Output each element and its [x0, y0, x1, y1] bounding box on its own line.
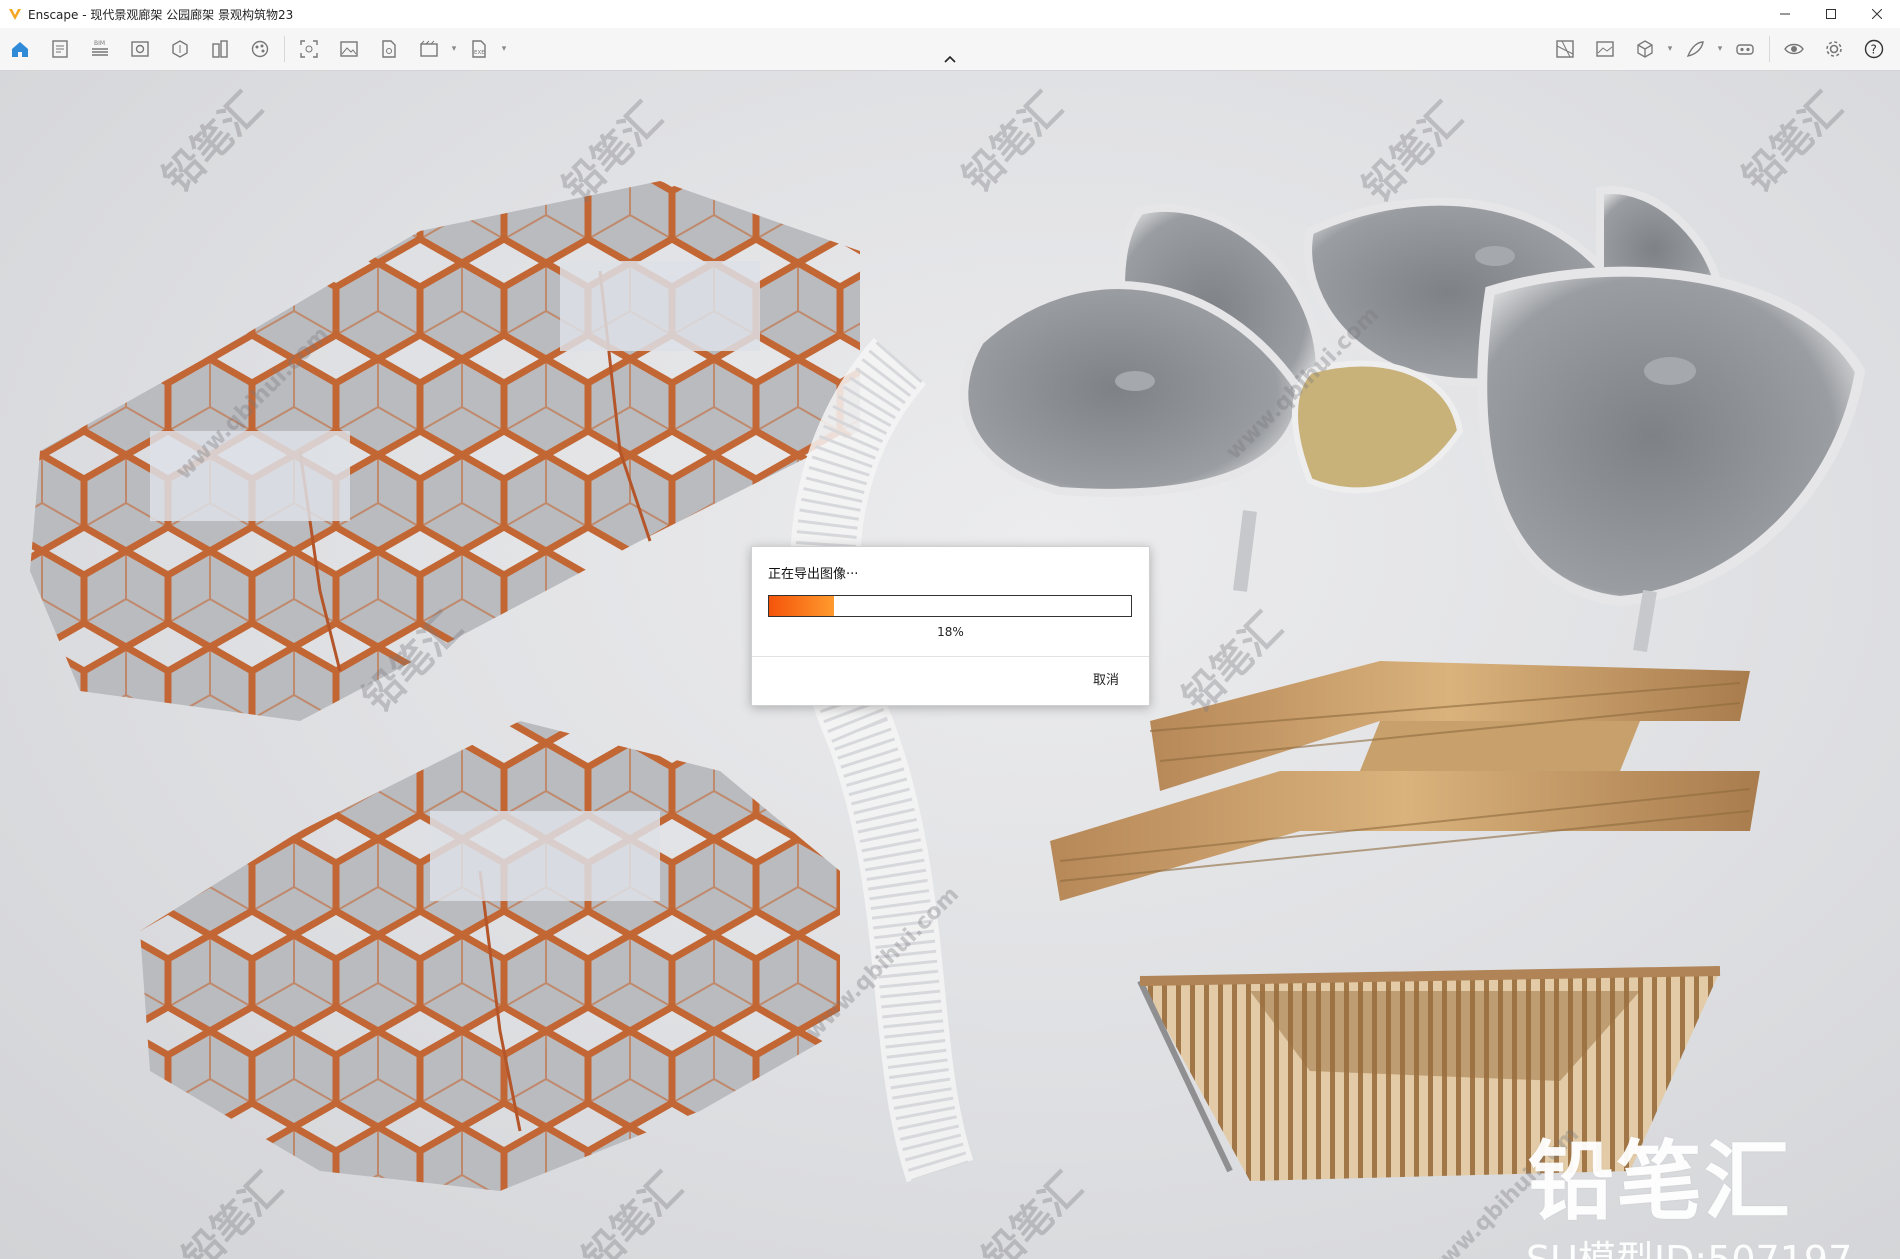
cube-dropdown-caret[interactable]: ▾ [1665, 32, 1675, 66]
minimize-button[interactable] [1762, 0, 1808, 28]
export-progress-dialog: 正在导出图像··· 18% 取消 [751, 546, 1150, 706]
map-button[interactable] [1548, 32, 1582, 66]
cube-button[interactable] [1628, 32, 1662, 66]
help-button[interactable]: ? [1857, 32, 1891, 66]
vr-button[interactable] [1728, 32, 1762, 66]
progress-bar [768, 595, 1132, 617]
feather-button[interactable] [1678, 32, 1712, 66]
screenshot-icon [300, 40, 318, 58]
model-id-watermark: SU模型ID:507197 [1526, 1229, 1852, 1259]
svg-text:EXE: EXE [474, 50, 485, 56]
feather-icon [1686, 41, 1704, 57]
document-icon [52, 40, 68, 58]
buildings-icon [212, 40, 228, 58]
materials-icon [251, 40, 269, 58]
asset-button[interactable] [163, 32, 197, 66]
maximize-button[interactable] [1808, 0, 1854, 28]
asset-icon [172, 40, 188, 58]
materials-button[interactable] [243, 32, 277, 66]
export-file-icon [382, 40, 396, 58]
view-icon [131, 41, 149, 57]
toolbar-right-group: ▾ ▾ ? [1545, 32, 1894, 66]
progress-fill [769, 596, 835, 616]
toolbar-separator [284, 36, 285, 62]
exe-icon: EXE [472, 40, 486, 58]
map-icon [1556, 40, 1574, 58]
video-icon [420, 40, 438, 57]
settings-button[interactable] [1817, 32, 1851, 66]
minimize-icon [1780, 13, 1790, 15]
video-button[interactable] [412, 32, 446, 66]
white-wave-structure [790, 337, 974, 1183]
image-panel-icon [1596, 41, 1614, 57]
buildings-button[interactable] [203, 32, 237, 66]
close-icon [1872, 9, 1882, 19]
bim-button[interactable]: BIM [83, 32, 117, 66]
cube-icon [1637, 40, 1653, 58]
close-button[interactable] [1854, 0, 1900, 28]
document-button[interactable] [43, 32, 77, 66]
settings-icon [1826, 41, 1842, 57]
home-icon [12, 42, 28, 57]
image-panel-button[interactable] [1588, 32, 1622, 66]
svg-text:?: ? [1871, 43, 1877, 57]
feather-dropdown-caret[interactable]: ▾ [1715, 32, 1725, 66]
chevron-up-icon [944, 55, 956, 63]
wooden-bench-structure [1050, 661, 1760, 901]
maximize-icon [1826, 9, 1836, 19]
window-controls [1762, 0, 1900, 28]
help-icon: ? [1864, 39, 1884, 59]
eye-button[interactable] [1777, 32, 1811, 66]
bim-icon: BIM [92, 40, 108, 56]
export-file-button[interactable] [372, 32, 406, 66]
window-title: Enscape - 现代景观廊架 公园廊架 景观构筑物23 [28, 7, 294, 22]
svg-text:BIM: BIM [94, 40, 105, 47]
enscape-logo-icon [9, 9, 21, 20]
title-bar: Enscape - 现代景观廊架 公园廊架 景观构筑物23 [0, 0, 1900, 29]
exe-dropdown-caret[interactable]: ▾ [499, 32, 509, 66]
brand-watermark: 铅笔汇 [1528, 1132, 1792, 1232]
collapse-toolbar-button[interactable] [940, 52, 960, 66]
hex-pavilion-lower [140, 721, 840, 1191]
exe-export-button[interactable]: EXE [462, 32, 496, 66]
progress-percent: 18% [937, 625, 964, 639]
video-dropdown-caret[interactable]: ▾ [449, 32, 459, 66]
eye-icon [1784, 43, 1804, 55]
image-icon [340, 41, 358, 57]
view-button[interactable] [123, 32, 157, 66]
image-button[interactable] [332, 32, 366, 66]
dialog-divider [752, 656, 1149, 657]
dialog-title: 正在导出图像··· [768, 567, 859, 582]
cancel-button[interactable]: 取消 [1093, 669, 1119, 688]
vr-icon [1736, 44, 1754, 55]
home-button[interactable] [3, 32, 37, 66]
toolbar-separator-right [1769, 36, 1770, 62]
screenshot-button[interactable] [292, 32, 326, 66]
